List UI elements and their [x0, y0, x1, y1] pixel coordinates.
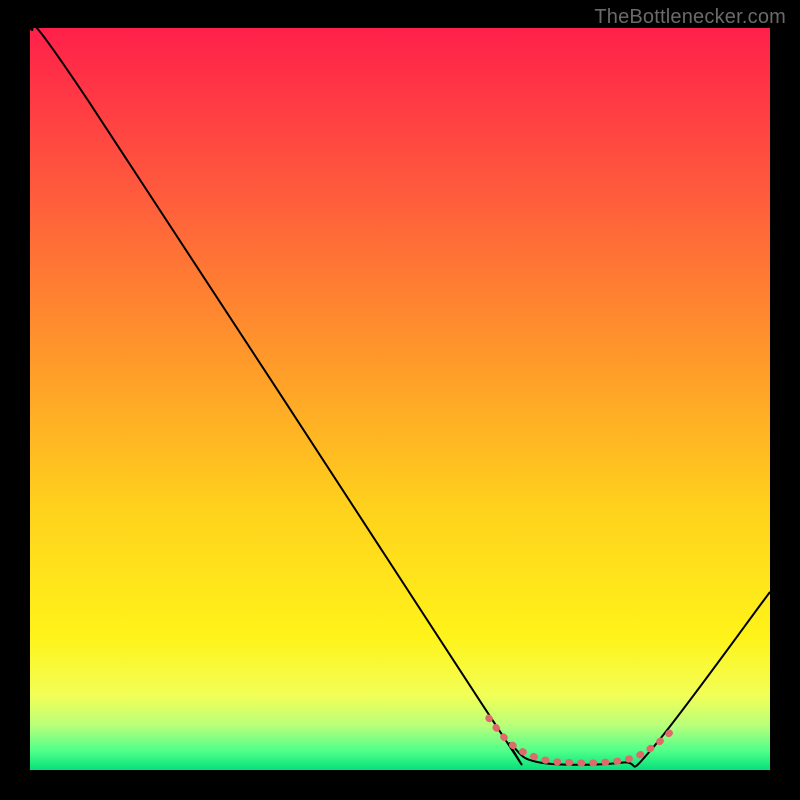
chart-svg	[30, 28, 770, 770]
watermark-text: TheBottlenecker.com	[594, 6, 786, 29]
chart-background	[30, 28, 770, 770]
chart-container	[30, 28, 770, 770]
